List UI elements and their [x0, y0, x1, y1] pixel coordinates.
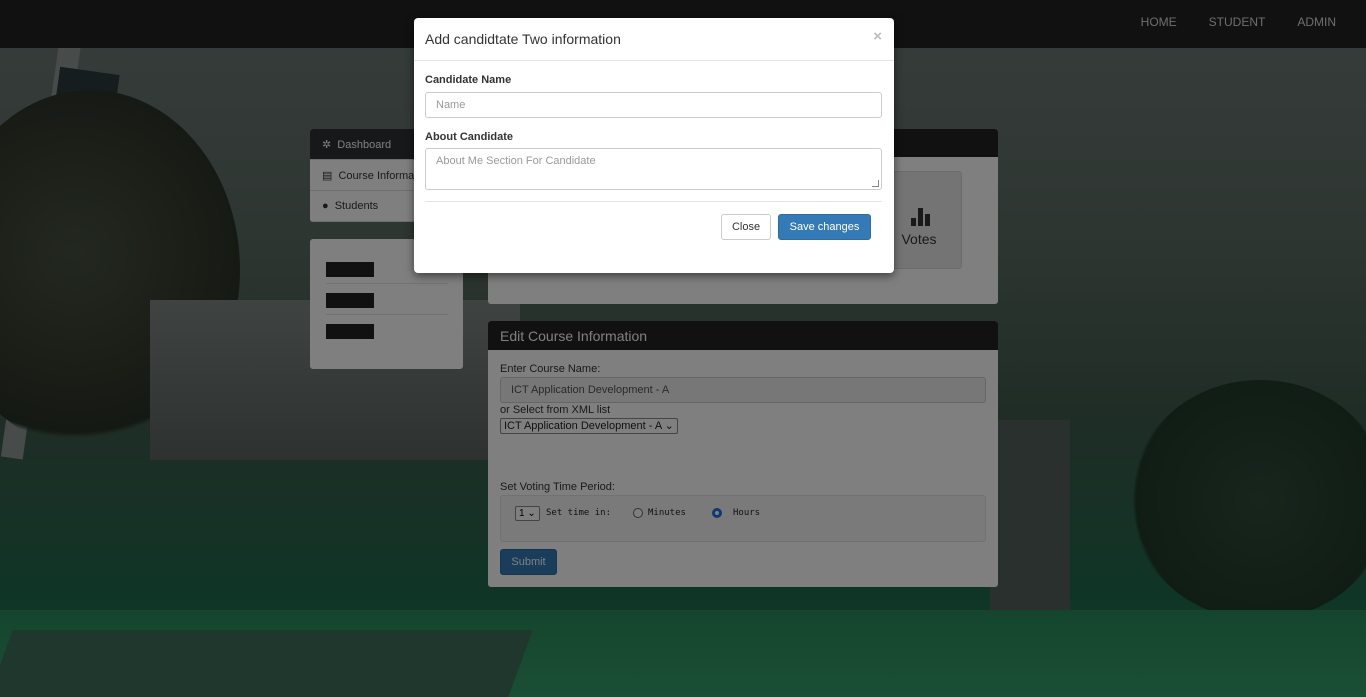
- save-changes-button[interactable]: Save changes: [778, 214, 871, 240]
- add-candidate-modal: Add candidtate Two information × Candida…: [414, 18, 894, 273]
- close-button[interactable]: Close: [721, 214, 771, 240]
- candidate-name-input[interactable]: Name: [425, 92, 882, 118]
- close-icon[interactable]: ×: [873, 28, 882, 45]
- modal-header: Add candidtate Two information ×: [414, 18, 894, 61]
- modal-footer-divider: [425, 201, 882, 202]
- about-candidate-label: About Candidate: [425, 131, 513, 143]
- about-candidate-placeholder: About Me Section For Candidate: [436, 155, 596, 167]
- resize-handle-icon[interactable]: [872, 180, 879, 187]
- modal-title: Add candidtate Two information: [425, 31, 621, 47]
- candidate-name-label: Candidate Name: [425, 74, 512, 86]
- about-candidate-textarea[interactable]: About Me Section For Candidate: [425, 148, 882, 190]
